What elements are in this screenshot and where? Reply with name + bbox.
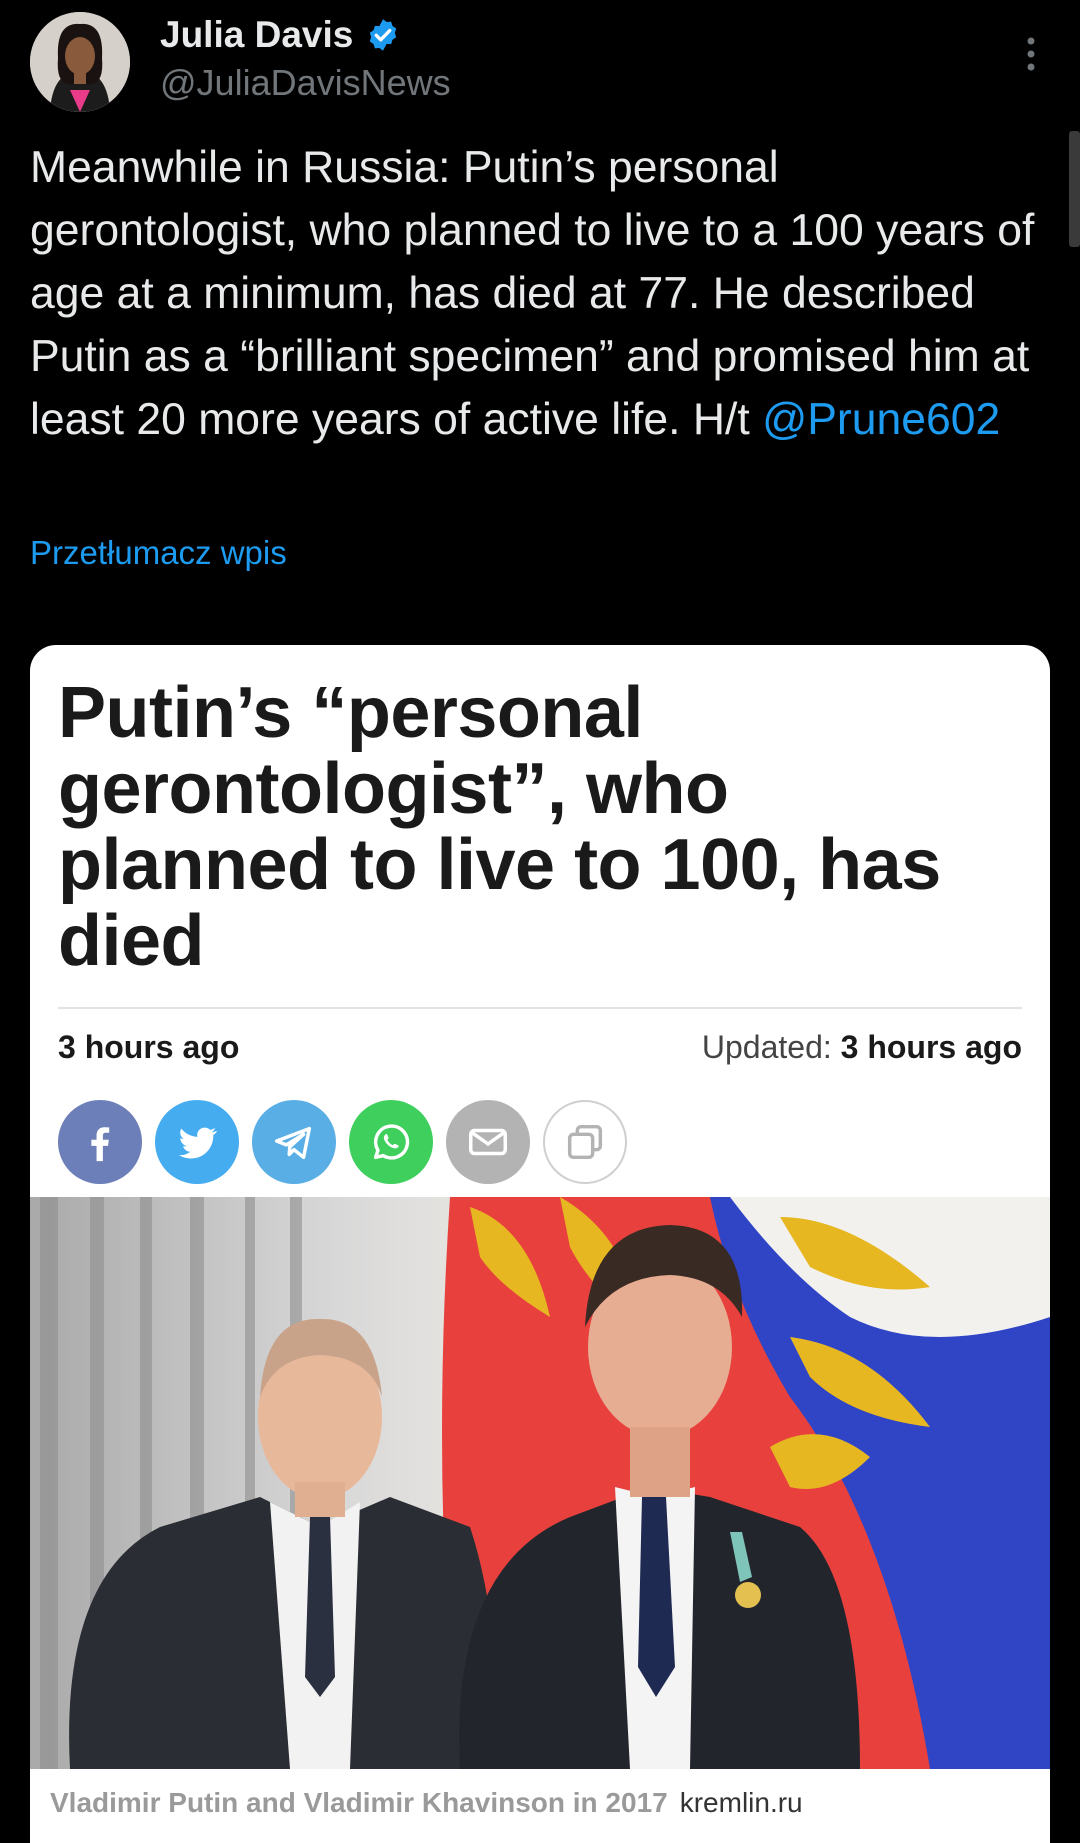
published-time: 3 hours ago <box>58 1029 240 1065</box>
email-share-button[interactable] <box>446 1100 530 1184</box>
author-handle[interactable]: @JuliaDavisNews <box>160 62 451 104</box>
twitter-icon <box>178 1127 218 1159</box>
updated-label: Updated: <box>701 1029 841 1065</box>
copy-icon <box>567 1124 603 1160</box>
whatsapp-share-button[interactable] <box>349 1100 433 1184</box>
copy-link-button[interactable] <box>543 1100 627 1184</box>
facebook-icon <box>91 1127 110 1162</box>
telegram-icon <box>275 1126 312 1160</box>
twitter-share-button[interactable] <box>155 1100 239 1184</box>
divider <box>58 1007 1022 1009</box>
updated-time: Updated: 3 hours ago <box>702 1029 1022 1066</box>
email-icon <box>469 1128 507 1156</box>
more-vertical-icon[interactable] <box>1016 34 1046 74</box>
tweet-header: Julia Davis @JuliaDavisNews <box>0 0 1080 125</box>
verified-badge-icon <box>370 19 397 51</box>
whatsapp-icon <box>373 1124 410 1160</box>
article-card[interactable]: Putin’s “personal gerontologist”, who pl… <box>30 645 1050 1843</box>
article-headline: Putin’s “personal gerontologist”, who pl… <box>58 673 941 981</box>
tweet-text: Meanwhile in Russia: Putin’s personal ge… <box>30 136 1050 451</box>
author-name-row[interactable]: Julia Davis <box>160 14 401 56</box>
facebook-share-button[interactable] <box>58 1100 142 1184</box>
share-buttons <box>58 1100 640 1184</box>
author-name[interactable]: Julia Davis <box>160 14 353 56</box>
photo-caption: Vladimir Putin and Vladimir Khavinson in… <box>50 1787 803 1819</box>
mention-link[interactable]: @Prune602 <box>762 395 1000 444</box>
scrollbar[interactable] <box>1069 131 1080 247</box>
telegram-share-button[interactable] <box>252 1100 336 1184</box>
updated-value: 3 hours ago <box>840 1029 1022 1065</box>
translate-link[interactable]: Przetłumacz wpis <box>30 534 287 572</box>
avatar[interactable] <box>30 12 130 112</box>
article-photo[interactable] <box>30 1197 1050 1769</box>
caption-text: Vladimir Putin and Vladimir Khavinson in… <box>50 1787 668 1818</box>
caption-source[interactable]: kremlin.ru <box>680 1787 803 1818</box>
